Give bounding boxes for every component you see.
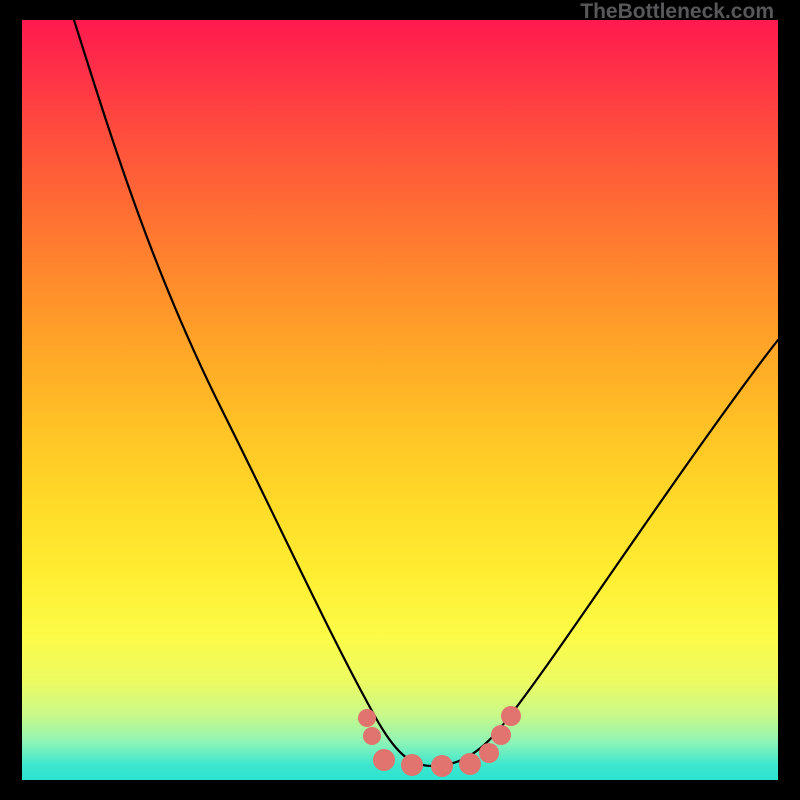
highlight-marker	[373, 749, 395, 771]
highlight-marker	[401, 754, 423, 776]
chart-svg	[22, 20, 778, 780]
highlight-marker	[501, 706, 521, 726]
watermark-text: TheBottleneck.com	[580, 0, 774, 24]
highlight-markers-group	[358, 706, 521, 777]
chart-frame	[22, 20, 778, 780]
highlight-marker	[491, 725, 511, 745]
highlight-marker	[363, 727, 381, 745]
highlight-marker	[459, 753, 481, 775]
highlight-marker	[431, 755, 453, 777]
highlight-marker	[479, 743, 499, 763]
highlight-marker	[358, 709, 376, 727]
bottleneck-curve	[74, 20, 778, 766]
